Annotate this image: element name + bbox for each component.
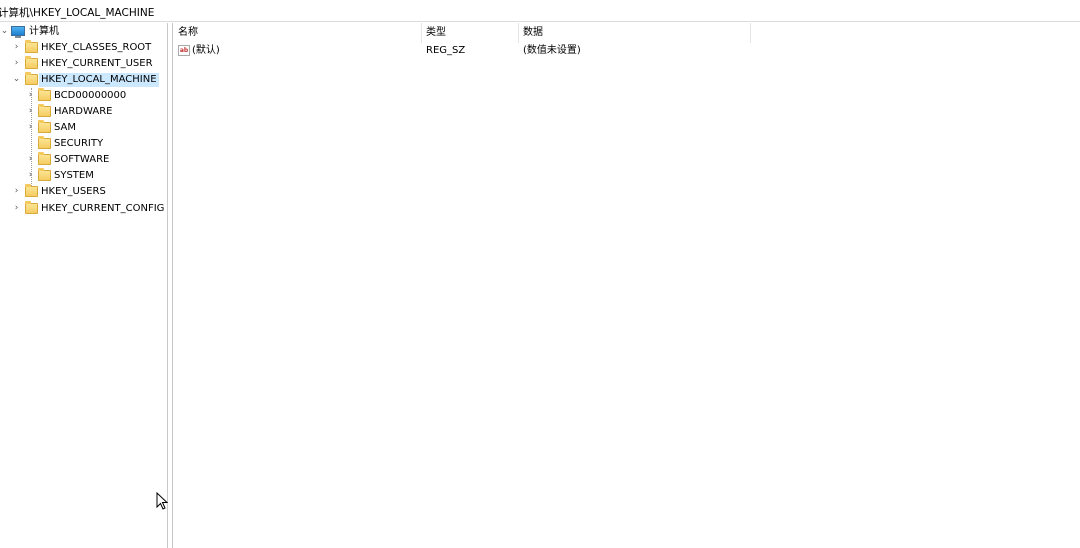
chevron-right-icon[interactable]: › [26, 155, 35, 164]
chevron-right-icon[interactable]: › [12, 204, 21, 213]
folder-icon [38, 104, 51, 117]
tree-item-hardware[interactable]: › HARDWARE [0, 104, 160, 120]
value-type: REG_SZ [426, 45, 466, 56]
tree-item-label: HKEY_CLASSES_ROOT [41, 42, 152, 53]
chevron-right-icon[interactable]: › [26, 107, 35, 116]
tree-item-label: HKEY_CURRENT_USER [41, 58, 153, 69]
tree-item-label: SYSTEM [54, 170, 94, 181]
values-list[interactable]: 名称 类型 数据 ab (默认) REG_SZ (数值未设置) [174, 23, 1080, 548]
folder-icon [38, 152, 51, 165]
tree-item-hkey-current-config[interactable]: › HKEY_CURRENT_CONFIG [0, 201, 166, 217]
chevron-right-icon[interactable]: › [26, 91, 35, 100]
folder-icon [38, 120, 51, 133]
column-header-data[interactable]: 数据 [519, 23, 751, 43]
chevron-right-icon[interactable]: › [26, 123, 35, 132]
value-name: (默认) [192, 45, 220, 56]
folder-icon [25, 40, 38, 53]
tree-item-hkey-users[interactable]: › HKEY_USERS [0, 184, 160, 200]
tree-item-label: SOFTWARE [54, 154, 110, 165]
folder-icon [25, 184, 38, 197]
tree-item-computer[interactable]: ⌄ 计算机 [0, 24, 160, 40]
tree-item-hkey-current-user[interactable]: › HKEY_CURRENT_USER [0, 56, 160, 72]
chevron-right-icon[interactable]: › [26, 171, 35, 180]
tree-item-software[interactable]: › SOFTWARE [0, 152, 160, 168]
tree-item-label: HKEY_USERS [41, 186, 106, 197]
tree-item-hkey-classes-root[interactable]: › HKEY_CLASSES_ROOT [0, 40, 160, 56]
tree-item-label: BCD00000000 [54, 90, 127, 101]
tree-item-hkey-local-machine[interactable]: ⌄ HKEY_LOCAL_MACHINE [0, 72, 160, 88]
string-value-icon: ab [178, 45, 190, 56]
chevron-down-icon[interactable]: ⌄ [0, 27, 9, 36]
pane-splitter[interactable] [168, 23, 173, 548]
tree-item-label: 计算机 [29, 26, 59, 37]
address-bar[interactable]: 计算机\HKEY_LOCAL_MACHINE [0, 0, 1080, 22]
address-path[interactable]: 计算机\HKEY_LOCAL_MACHINE [0, 5, 154, 20]
chevron-right-icon[interactable]: › [12, 43, 21, 52]
chevron-down-icon[interactable]: ⌄ [12, 75, 21, 84]
tree-item-label: HKEY_CURRENT_CONFIG [41, 203, 165, 214]
tree-item-label: SECURITY [54, 138, 104, 149]
column-header-type[interactable]: 类型 [422, 23, 519, 43]
tree-item-label: SAM [54, 122, 77, 133]
tree-item-bcd00000000[interactable]: › BCD00000000 [0, 88, 160, 104]
folder-icon [38, 88, 51, 101]
registry-tree[interactable]: ⌄ 计算机 › HKEY_CLASSES_ROOT › HKEY_CURRENT… [0, 23, 168, 548]
tree-item-system[interactable]: › SYSTEM [0, 168, 160, 184]
folder-icon [25, 56, 38, 69]
tree-item-security[interactable]: SECURITY [0, 136, 160, 152]
tree-item-sam[interactable]: › SAM [0, 120, 160, 136]
computer-icon [11, 26, 25, 38]
folder-icon [25, 72, 38, 85]
chevron-right-icon[interactable]: › [12, 187, 21, 196]
chevron-right-icon[interactable]: › [12, 59, 21, 68]
column-header-name[interactable]: 名称 [174, 23, 422, 43]
tree-item-label: HARDWARE [54, 106, 113, 117]
value-data: (数值未设置) [523, 45, 581, 56]
folder-icon [25, 201, 38, 214]
folder-icon [38, 168, 51, 181]
tree-item-label: HKEY_LOCAL_MACHINE [39, 73, 159, 87]
folder-icon [38, 136, 51, 149]
